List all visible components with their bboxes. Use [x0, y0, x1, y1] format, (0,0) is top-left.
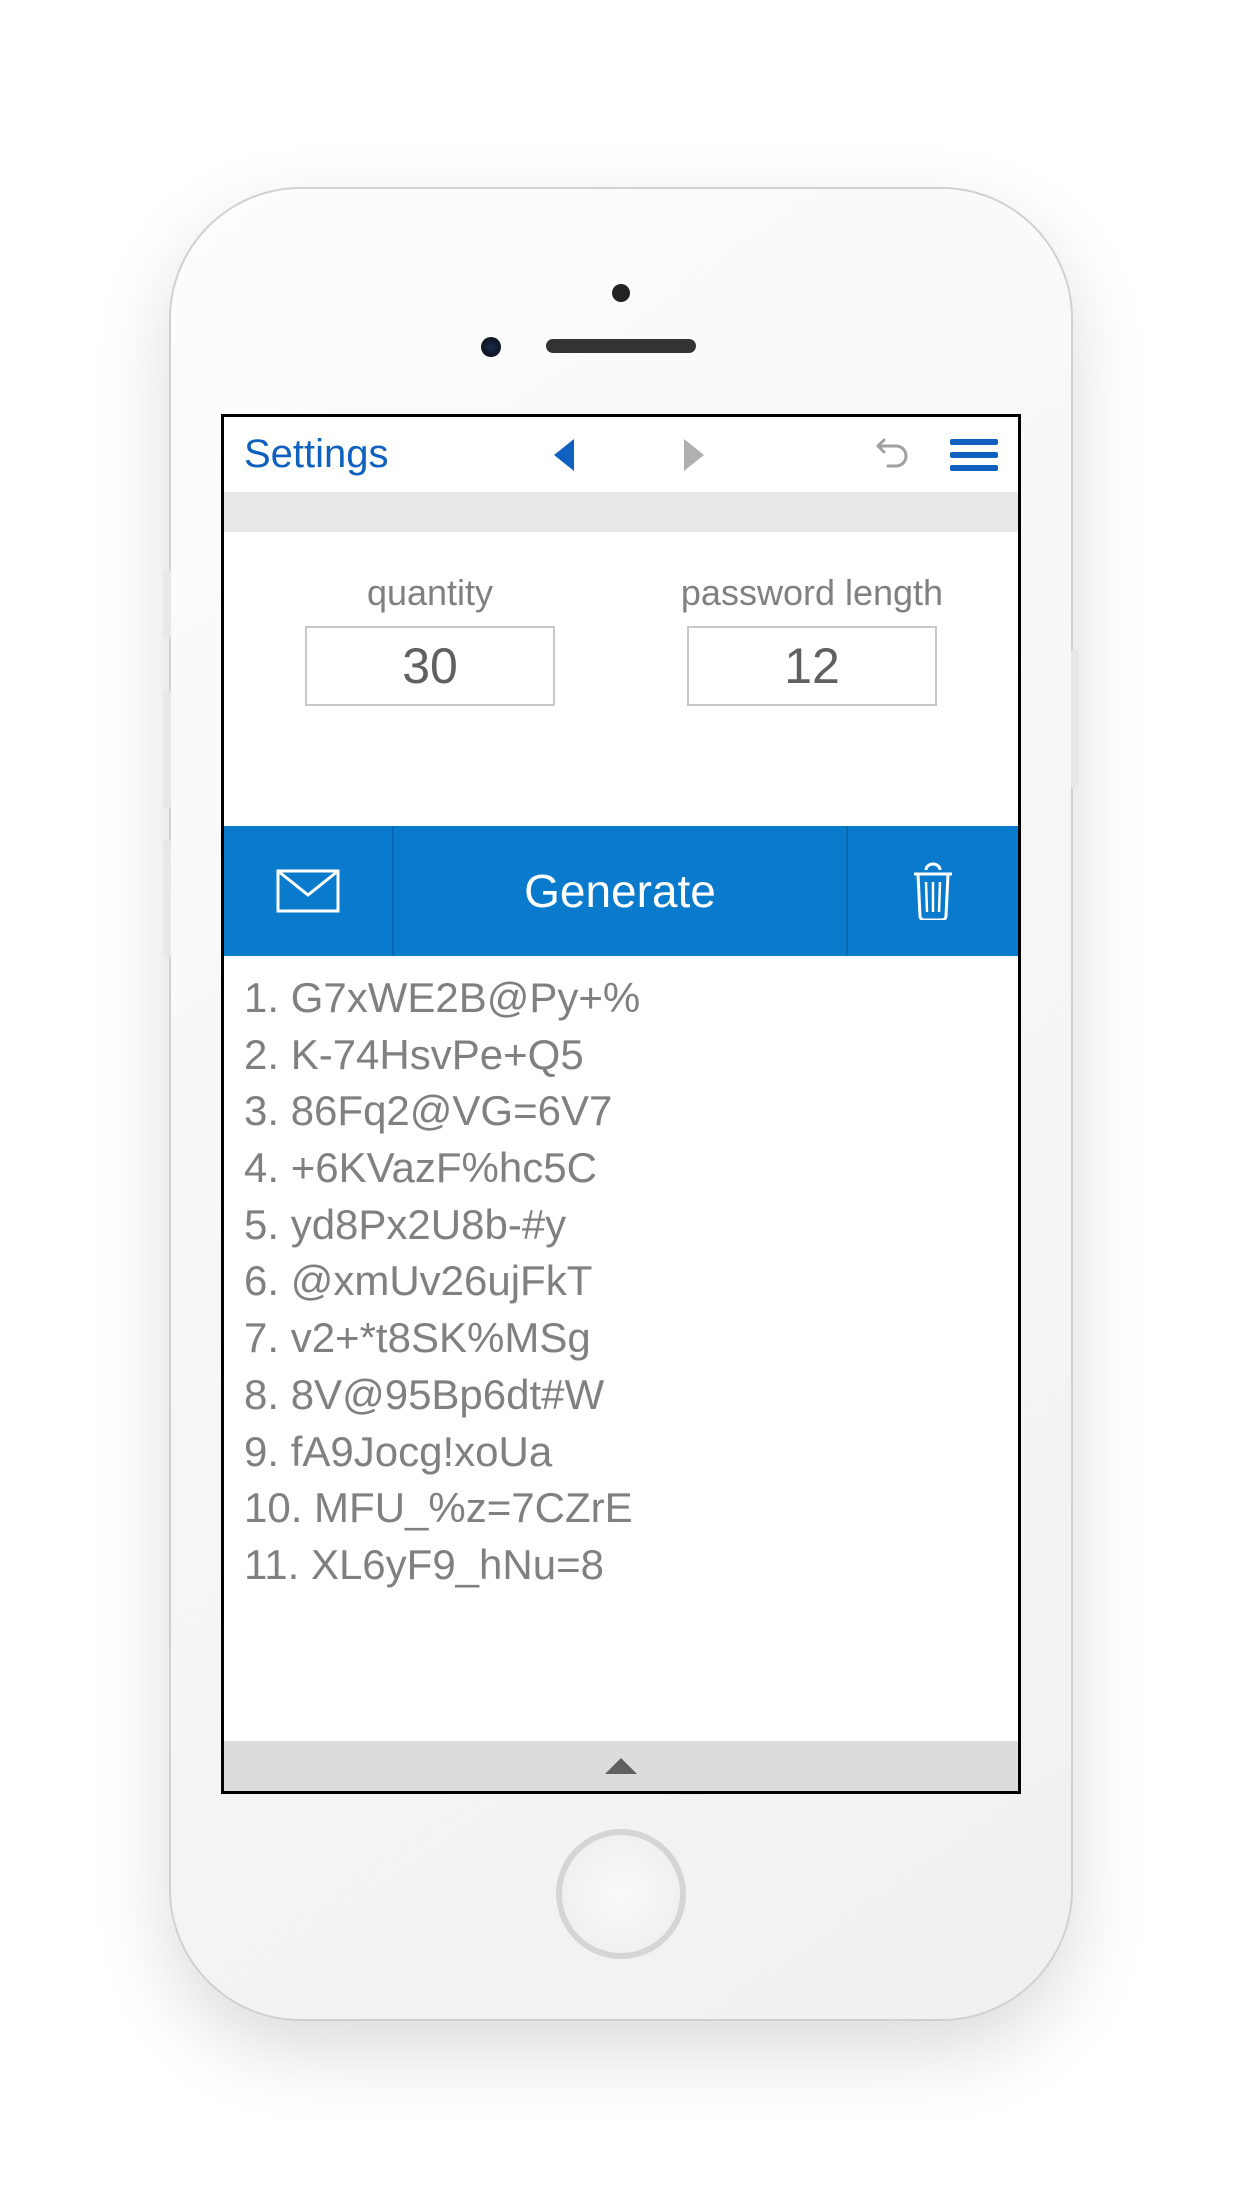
length-label: password length	[681, 572, 943, 614]
result-item: 11. XL6yF9_hNu=8	[244, 1537, 998, 1594]
email-button[interactable]	[224, 826, 394, 956]
divider-strip	[224, 492, 1018, 532]
generate-button[interactable]: Generate	[394, 826, 848, 956]
result-item: 10. MFU_%z=7CZrE	[244, 1480, 998, 1537]
forward-icon[interactable]	[684, 439, 704, 471]
trash-icon	[910, 862, 956, 920]
nav-arrows	[554, 439, 704, 471]
result-item: 7. v2+*t8SK%MSg	[244, 1310, 998, 1367]
front-camera	[481, 337, 501, 357]
bottom-bar[interactable]	[224, 1741, 1018, 1791]
phone-frame: Settings quantity	[171, 189, 1071, 2019]
settings-button[interactable]: Settings	[244, 432, 389, 477]
menu-icon[interactable]	[950, 439, 998, 471]
length-input[interactable]	[687, 626, 937, 706]
generate-label: Generate	[524, 864, 716, 918]
inputs-area: quantity password length	[224, 532, 1018, 826]
sensor-dot	[612, 284, 630, 302]
side-button	[1071, 649, 1079, 789]
result-item: 2. K-74HsvPe+Q5	[244, 1027, 998, 1084]
speaker-grille	[546, 339, 696, 353]
length-group: password length	[636, 572, 988, 706]
result-item: 3. 86Fq2@VG=6V7	[244, 1083, 998, 1140]
quantity-group: quantity	[254, 572, 606, 706]
result-item: 8. 8V@95Bp6dt#W	[244, 1367, 998, 1424]
app-screen: Settings quantity	[221, 414, 1021, 1794]
result-item: 4. +6KVazF%hc5C	[244, 1140, 998, 1197]
back-icon[interactable]	[554, 439, 574, 471]
result-item: 6. @xmUv26ujFkT	[244, 1253, 998, 1310]
action-bar: Generate	[224, 826, 1018, 956]
side-button	[163, 689, 171, 809]
home-button[interactable]	[556, 1829, 686, 1959]
result-item: 5. yd8Px2U8b-#y	[244, 1197, 998, 1254]
mail-icon	[276, 869, 340, 913]
undo-icon[interactable]	[870, 432, 910, 477]
quantity-input[interactable]	[305, 626, 555, 706]
results-list[interactable]: 1. G7xWE2B@Py+% 2. K-74HsvPe+Q5 3. 86Fq2…	[224, 956, 1018, 1741]
expand-up-icon	[605, 1758, 637, 1774]
delete-button[interactable]	[848, 826, 1018, 956]
result-item: 1. G7xWE2B@Py+%	[244, 970, 998, 1027]
result-item: 9. fA9Jocg!xoUa	[244, 1424, 998, 1481]
quantity-label: quantity	[367, 572, 493, 614]
toolbar: Settings	[224, 417, 1018, 492]
side-button	[163, 839, 171, 959]
side-button	[163, 569, 171, 639]
